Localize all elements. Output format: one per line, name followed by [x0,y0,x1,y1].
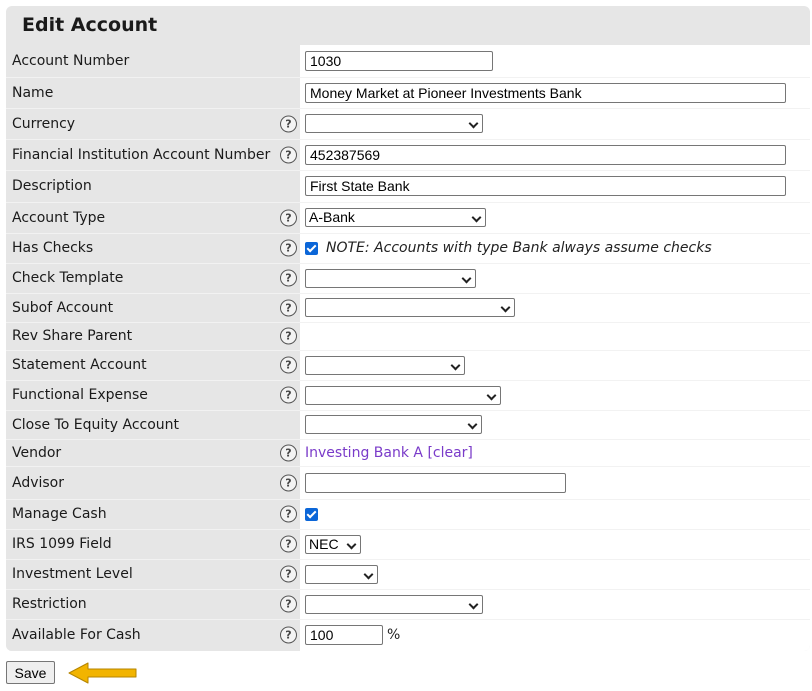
help-icon[interactable]: ? [280,299,297,316]
percent-unit: % [387,627,401,643]
label-investment-level: Investment Level [12,566,133,582]
label-close-to-equity: Close To Equity Account [12,416,180,433]
label-vendor: Vendor [12,444,62,461]
label-description: Description [12,178,92,194]
label-restriction: Restriction [12,596,87,612]
chevron-down-icon [461,273,472,283]
fi-account-number-input[interactable] [305,144,786,165]
advisor-input[interactable] [305,472,566,493]
chevron-down-icon [468,599,479,609]
name-input[interactable] [305,82,786,103]
chevron-down-icon [450,360,461,370]
label-name: Name [12,84,54,101]
has-checks-note: NOTE: Accounts with type Bank always ass… [326,240,712,256]
label-has-checks: Has Checks [12,240,94,256]
chevron-down-icon [468,118,479,129]
help-icon[interactable]: ? [280,146,297,163]
chevron-down-icon [363,569,374,579]
irs-1099-select[interactable]: NEC [305,534,361,554]
row-account-number: Account Number [6,45,810,78]
help-icon[interactable]: ? [280,505,297,523]
chevron-down-icon [500,302,511,313]
check-template-select[interactable] [305,268,476,288]
label-rev-share-parent: Rev Share Parent [12,328,133,344]
label-statement-account: Statement Account [12,357,147,373]
help-icon[interactable]: ? [280,474,297,491]
help-icon[interactable]: ? [280,209,297,226]
row-close-to-equity: Close To Equity Account [6,410,810,440]
row-vendor: Vendor? Investing Bank A [clear] [6,439,810,467]
row-currency: Currency? [6,108,810,140]
row-available-for-cash: Available For Cash? % [6,619,810,651]
arrow-left-icon [68,662,137,684]
vendor-link[interactable]: Investing Bank A [305,445,423,461]
help-icon[interactable]: ? [280,626,297,644]
functional-expense-select[interactable] [305,385,501,405]
row-subof-account: Subof Account? [6,293,810,323]
row-name: Name [6,77,810,109]
vendor-clear-link[interactable]: [clear] [427,445,472,461]
help-icon[interactable]: ? [280,565,297,583]
label-advisor: Advisor [12,474,65,491]
chevron-down-icon [467,419,478,430]
label-irs-1099: IRS 1099 Field [12,536,112,552]
help-icon[interactable]: ? [280,444,297,461]
row-irs-1099: IRS 1099 Field? NEC [6,529,810,560]
statement-account-select[interactable] [305,355,465,375]
available-for-cash-input[interactable] [305,625,383,645]
label-account-type: Account Type [12,209,106,226]
restriction-select[interactable] [305,594,483,614]
panel-title: Edit Account [22,14,158,36]
help-icon[interactable]: ? [280,356,297,374]
row-investment-level: Investment Level? [6,559,810,590]
label-manage-cash: Manage Cash [12,506,107,522]
row-manage-cash: Manage Cash? [6,499,810,530]
row-statement-account: Statement Account? [6,350,810,381]
save-button[interactable]: Save [6,661,55,684]
edit-account-panel: Edit Account Account Number Name Currenc… [6,6,810,651]
chevron-down-icon [471,212,482,223]
help-icon[interactable]: ? [280,115,297,132]
row-check-template: Check Template? [6,263,810,294]
help-icon[interactable]: ? [280,535,297,553]
row-fi-account-number: Financial Institution Account Number? [6,139,810,171]
row-functional-expense: Functional Expense? [6,380,810,411]
row-has-checks: Has Checks? NOTE: Accounts with type Ban… [6,233,810,264]
row-description: Description [6,170,810,203]
currency-select[interactable] [305,114,483,133]
investment-level-select[interactable] [305,564,378,584]
description-input[interactable] [305,176,786,196]
chevron-down-icon [346,539,357,549]
help-icon[interactable]: ? [280,595,297,613]
label-currency: Currency [12,115,76,132]
help-icon[interactable]: ? [280,386,297,404]
help-icon[interactable]: ? [280,327,297,345]
label-available-for-cash: Available For Cash [12,627,141,643]
label-functional-expense: Functional Expense [12,387,148,403]
help-icon[interactable]: ? [280,269,297,287]
account-form: Account Number Name Currency? Financial … [6,45,810,651]
label-fi-account-number: Financial Institution Account Number [12,146,271,163]
account-type-select[interactable]: A-Bank [305,208,486,227]
label-check-template: Check Template [12,270,124,286]
label-account-number: Account Number [12,52,130,69]
row-advisor: Advisor? [6,466,810,500]
row-rev-share-parent: Rev Share Parent? [6,322,810,351]
manage-cash-checkbox[interactable] [305,507,318,521]
close-to-equity-select[interactable] [305,415,482,434]
chevron-down-icon [486,390,497,400]
label-subof-account: Subof Account [12,299,114,316]
subof-account-select[interactable] [305,298,515,317]
has-checks-checkbox[interactable] [305,241,318,255]
row-restriction: Restriction? [6,589,810,620]
help-icon[interactable]: ? [280,239,297,257]
account-number-input[interactable] [305,50,493,71]
row-account-type: Account Type? A-Bank [6,202,810,234]
